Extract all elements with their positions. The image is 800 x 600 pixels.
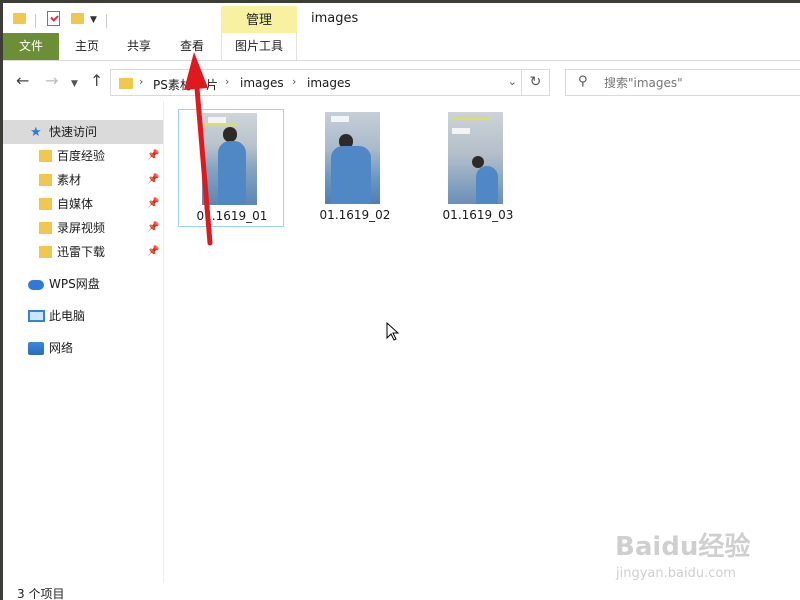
back-button[interactable]: ← [16,73,29,89]
nav-label: 快速访问 [49,125,98,139]
pin-icon: 📌 [147,246,160,257]
toolbar-divider [35,14,36,28]
window-title: images [311,11,359,26]
network-icon [28,342,44,355]
nav-quick-access[interactable]: ★ 快速访问 [3,120,163,144]
folder-icon [39,174,52,186]
tab-share[interactable]: 共享 [113,33,165,60]
chevron-right-icon[interactable]: › [225,75,229,88]
navigation-pane: ★ 快速访问 百度经验 📌 素材 📌 自媒体 📌 录屏视频 📌 迅雷下载 📌 W… [3,101,163,583]
mouse-cursor-icon [386,322,400,341]
toolbar-divider [106,14,107,28]
pin-icon: 📌 [147,174,160,185]
up-button[interactable]: ↑ [90,73,103,89]
item-count: 3 个项目 [17,587,65,600]
nav-label: 此电脑 [49,309,86,323]
file-name: 01.1619_01 [196,209,268,223]
star-icon: ★ [30,125,42,140]
file-name: 01.1619_03 [442,208,514,222]
title-bar: ▼ 管理 images [3,3,800,36]
nav-item-material[interactable]: 素材 📌 [3,168,163,192]
nav-wps-cloud[interactable]: WPS网盘 [3,272,163,296]
status-bar: 3 个项目 [3,583,800,600]
image-thumbnail [448,112,503,204]
breadcrumb-images-current[interactable]: images [307,76,351,90]
nav-label: 迅雷下载 [57,245,106,259]
nav-label: 网络 [49,341,74,355]
nav-item-thunder-downloads[interactable]: 迅雷下载 📌 [3,240,163,264]
search-box[interactable]: ⚲ [565,69,800,96]
nav-label: 录屏视频 [57,221,106,235]
address-toolbar: ← → ▼ ↑ › PS素材 片 › images › images ⌄ ↻ ⚲ [3,65,800,99]
nav-item-screen-recordings[interactable]: 录屏视频 📌 [3,216,163,240]
tab-file[interactable]: 文件 [3,33,59,60]
nav-item-self-media[interactable]: 自媒体 📌 [3,192,163,216]
pin-icon: 📌 [147,198,160,209]
cloud-icon [28,280,44,290]
refresh-button[interactable]: ↻ [521,70,549,95]
nav-label: 自媒体 [57,197,94,211]
image-thumbnail [325,112,380,204]
nav-network[interactable]: 网络 [3,336,163,360]
watermark-url: jingyan.baidu.com [616,566,736,581]
file-list: 01.1619_01 01.1619_02 01.1619_03 [164,101,800,583]
chevron-right-icon[interactable]: › [139,75,143,88]
tab-view[interactable]: 查看 [166,33,218,60]
file-tile[interactable]: 01.1619_02 [302,109,408,227]
computer-icon [28,310,45,322]
recent-locations-icon[interactable]: ▼ [71,76,78,92]
search-input[interactable] [604,74,794,92]
folder-icon [119,78,133,89]
nav-label: WPS网盘 [49,277,100,291]
folder-icon [13,13,26,24]
nav-this-pc[interactable]: 此电脑 [3,304,163,328]
nav-label: 百度经验 [57,149,106,163]
file-tile[interactable]: 01.1619_03 [425,109,531,227]
nav-label: 素材 [57,173,82,187]
tab-home[interactable]: 主页 [61,33,113,60]
folder-icon [39,246,52,258]
chevron-right-icon[interactable]: › [292,75,296,88]
tab-picture-tools[interactable]: 图片工具 [221,33,297,60]
manage-context-tab[interactable]: 管理 [221,6,297,36]
file-explorer-window: ▼ 管理 images 文件 主页 共享 查看 图片工具 ← → ▼ ↑ › P… [3,3,800,600]
breadcrumb-ps-material-tail[interactable]: 片 [206,76,218,93]
new-folder-icon[interactable] [71,13,84,24]
nav-item-baidu-jingyan[interactable]: 百度经验 📌 [3,144,163,168]
address-history-dropdown-icon[interactable]: ⌄ [508,75,517,88]
breadcrumb-images-parent[interactable]: images [240,76,284,90]
breadcrumb-ps-material[interactable]: PS素材 [153,76,192,93]
pin-icon: 📌 [147,150,160,161]
file-name: 01.1619_02 [319,208,391,222]
image-thumbnail [202,113,257,205]
ribbon-tabs: 文件 主页 共享 查看 图片工具 [3,33,800,61]
forward-button[interactable]: → [45,73,58,89]
baidu-jingyan-watermark: Baidu经验 [615,532,751,562]
address-bar[interactable]: › PS素材 片 › images › images ⌄ ↻ [110,69,550,96]
folder-icon [39,150,52,162]
folder-icon [39,222,52,234]
customize-toolbar-icon[interactable]: ▼ [90,15,97,25]
pin-icon: 📌 [147,222,160,233]
search-icon: ⚲ [578,74,588,89]
properties-icon[interactable] [47,11,60,26]
file-tile[interactable]: 01.1619_01 [178,109,284,227]
folder-icon [39,198,52,210]
